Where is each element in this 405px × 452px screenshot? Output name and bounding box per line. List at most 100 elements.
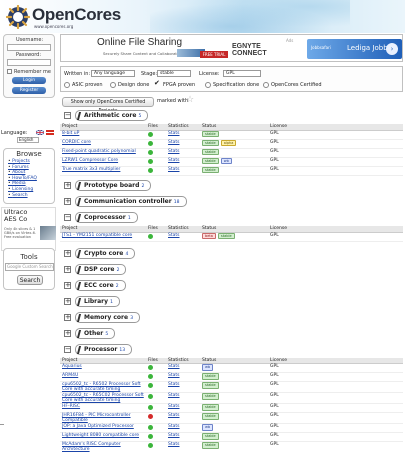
section-header[interactable]: + Prototype board 2 bbox=[60, 180, 403, 192]
section-title[interactable]: Arithmetic core 5 bbox=[75, 110, 149, 121]
section-header[interactable]: + DSP core 2 bbox=[60, 263, 403, 276]
table-row[interactable]: McAdam's RISC Computer Architecture Stats… bbox=[60, 441, 403, 452]
section-header[interactable]: + Communication controller 18 bbox=[60, 196, 403, 208]
stats-link[interactable]: Stats bbox=[168, 149, 180, 154]
license-select[interactable]: GPL bbox=[223, 70, 261, 77]
section-title[interactable]: Prototype board 2 bbox=[75, 180, 152, 191]
files-status-icon[interactable] bbox=[148, 405, 153, 411]
stats-link[interactable]: Stats bbox=[168, 140, 180, 145]
section-header[interactable]: − Coprocessor 1 bbox=[60, 212, 403, 224]
section-title[interactable]: Coprocessor 1 bbox=[75, 212, 138, 223]
register-button[interactable]: Register bbox=[12, 87, 46, 94]
browse-link-search[interactable]: Search bbox=[8, 193, 37, 199]
stats-link[interactable]: Stats bbox=[168, 233, 180, 238]
stats-link[interactable]: Stats bbox=[168, 393, 180, 398]
files-status-icon[interactable] bbox=[148, 394, 153, 400]
stats-link[interactable]: Stats bbox=[168, 433, 180, 438]
files-status-icon[interactable] bbox=[148, 425, 153, 431]
collapse-icon[interactable]: − bbox=[64, 112, 71, 119]
username-input[interactable] bbox=[7, 44, 51, 51]
stats-link[interactable]: Stats bbox=[168, 382, 180, 387]
language-select[interactable]: English bbox=[17, 137, 39, 143]
stats-link[interactable]: Stats bbox=[168, 442, 180, 447]
section-header[interactable]: − Processor 13 bbox=[60, 343, 403, 356]
project-link[interactable]: JOP: a Java Optimized Processor bbox=[60, 423, 146, 434]
project-link[interactable]: True matrix 3x3 multiplier bbox=[60, 166, 146, 176]
files-status-icon[interactable] bbox=[148, 149, 153, 155]
project-link[interactable]: cpu6502_tc - R6502 Processor Soft Core w… bbox=[60, 381, 146, 394]
table-row[interactable]: JTS1 - YM2151 compatible core Stats beta st… bbox=[60, 232, 403, 242]
section-title[interactable]: ECC core 2 bbox=[75, 279, 126, 291]
spec-done-checkbox[interactable] bbox=[205, 82, 211, 88]
search-button[interactable]: Search bbox=[17, 275, 43, 285]
other-flag-icon[interactable] bbox=[46, 130, 54, 135]
section-title[interactable]: Other 5 bbox=[75, 327, 116, 339]
expand-icon[interactable]: + bbox=[64, 182, 71, 189]
section-title[interactable]: Communication controller 18 bbox=[75, 196, 187, 207]
section-title[interactable]: Library 1 bbox=[75, 295, 121, 307]
files-status-icon[interactable] bbox=[148, 383, 153, 389]
files-status-icon[interactable] bbox=[148, 414, 153, 420]
files-status-icon[interactable] bbox=[148, 140, 153, 146]
project-link[interactable]: cpu6502_tc - R65C02 Processor Soft Core … bbox=[60, 392, 146, 405]
project-link[interactable]: HF-RISC bbox=[60, 403, 146, 414]
table-row[interactable]: 8-bit uP Stats stable GPL bbox=[60, 130, 403, 140]
expand-icon[interactable]: + bbox=[64, 281, 71, 289]
table-row[interactable]: Fixed-point quadratic polynomial Stats sta… bbox=[60, 148, 403, 158]
certified-checkbox[interactable] bbox=[263, 82, 269, 88]
stats-link[interactable]: Stats bbox=[168, 404, 180, 409]
section-title[interactable]: DSP core 2 bbox=[75, 263, 127, 275]
section-title[interactable]: Processor 13 bbox=[75, 343, 133, 355]
section-title[interactable]: Memory core 3 bbox=[75, 311, 141, 323]
project-link[interactable]: JHR16F84 - PIC Microcontroller Compatibl… bbox=[60, 412, 146, 425]
files-status-icon[interactable] bbox=[148, 233, 153, 239]
project-link[interactable]: LZRW1 Compressor Core bbox=[60, 157, 146, 167]
fpga-proven-check-icon[interactable]: ✔ bbox=[154, 79, 160, 87]
expand-icon[interactable]: + bbox=[64, 329, 71, 337]
project-link[interactable]: Aquarius bbox=[60, 363, 146, 374]
lediga-jobb-ad[interactable]: Jobbsafari Lediga Jobb › bbox=[307, 39, 402, 59]
stats-link[interactable]: Stats bbox=[168, 424, 180, 429]
table-row[interactable]: LZRW1 Compressor Core Stats stable wb GPL bbox=[60, 157, 403, 167]
project-link[interactable]: JTS1 - YM2151 compatible core bbox=[60, 232, 146, 242]
files-status-icon[interactable] bbox=[148, 374, 153, 380]
remember-me-checkbox[interactable] bbox=[7, 69, 12, 74]
section-title[interactable]: Crypto core 4 bbox=[75, 247, 136, 259]
stats-link[interactable]: Stats bbox=[168, 364, 180, 369]
password-input[interactable] bbox=[7, 59, 51, 66]
section-header[interactable]: + Memory core 3 bbox=[60, 311, 403, 324]
files-status-icon[interactable] bbox=[148, 131, 153, 137]
files-status-icon[interactable] bbox=[148, 167, 153, 173]
project-link[interactable]: Lightweight 8080 compatible core bbox=[60, 432, 146, 443]
expand-icon[interactable]: + bbox=[64, 265, 71, 273]
show-certified-button[interactable]: Show only OpenCores Certified Projects bbox=[62, 97, 154, 114]
files-status-icon[interactable] bbox=[148, 434, 153, 440]
stats-link[interactable]: Stats bbox=[168, 158, 180, 163]
free-trial-button[interactable]: FREE TRIAL bbox=[200, 51, 228, 58]
table-row[interactable]: ARM4U Stats stable GPL bbox=[60, 372, 403, 383]
project-link[interactable]: Fixed-point quadratic polynomial bbox=[60, 148, 146, 158]
stats-link[interactable]: Stats bbox=[168, 131, 180, 136]
expand-icon[interactable]: + bbox=[64, 249, 71, 257]
section-header[interactable]: + Other 5 bbox=[60, 327, 403, 340]
section-header[interactable]: + Crypto core 4 bbox=[60, 247, 403, 260]
collapse-icon[interactable]: − bbox=[64, 345, 71, 353]
asic-proven-checkbox[interactable] bbox=[64, 82, 70, 88]
ad-choices-icon[interactable]: Ads bbox=[286, 38, 293, 43]
files-status-icon[interactable] bbox=[148, 365, 153, 371]
files-status-icon[interactable] bbox=[148, 443, 153, 449]
table-row[interactable]: HF-RISC Stats stable GPL bbox=[60, 403, 403, 414]
top-ad-banner[interactable]: Online File Sharing Securely Share Conte… bbox=[60, 34, 403, 62]
expand-icon[interactable]: + bbox=[64, 297, 71, 305]
section-header[interactable]: + ECC core 2 bbox=[60, 279, 403, 292]
table-row[interactable]: CORDIC core Stats stable alpha GPL bbox=[60, 139, 403, 149]
project-link[interactable]: ARM4U bbox=[60, 372, 146, 383]
project-link[interactable]: CORDIC core bbox=[60, 139, 146, 149]
opencores-logo-icon[interactable] bbox=[6, 5, 30, 29]
browse-link-licensing[interactable]: Licensing bbox=[8, 187, 37, 193]
section-header[interactable]: + Library 1 bbox=[60, 295, 403, 308]
expand-icon[interactable]: + bbox=[64, 198, 71, 205]
site-logo-text[interactable]: OpenCores bbox=[32, 5, 121, 25]
project-link[interactable]: 8-bit uP bbox=[60, 130, 146, 140]
table-row[interactable]: cpu6502_tc - R65C02 Processor Soft Core … bbox=[60, 392, 403, 405]
